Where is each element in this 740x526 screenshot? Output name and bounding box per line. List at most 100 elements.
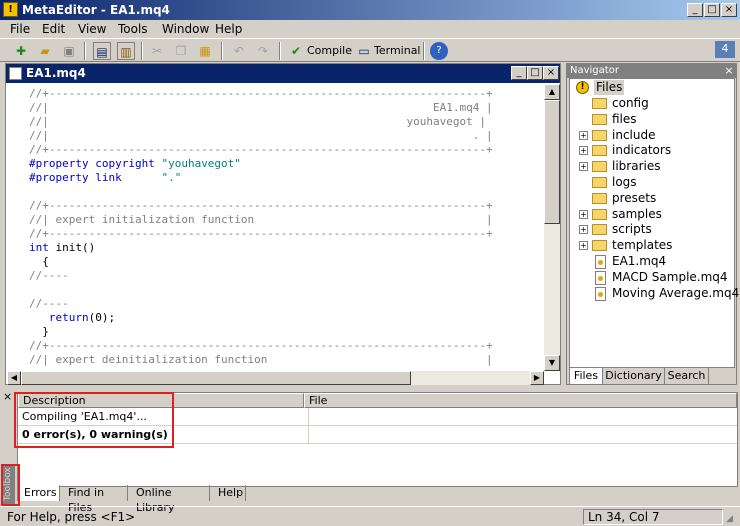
menu-file[interactable]: File [10, 21, 30, 37]
window-count-badge[interactable]: 4 [715, 41, 735, 58]
output-file [308, 408, 313, 425]
navigator-tab-dictionary[interactable]: Dictionary [603, 368, 665, 384]
save-icon[interactable]: ▣ [60, 42, 78, 60]
code-token: //| expert initialization function | [29, 213, 493, 226]
menu-tools[interactable]: Tools [118, 21, 148, 37]
redo-icon[interactable]: ↷ [254, 42, 272, 60]
scroll-down-icon[interactable]: ▼ [544, 355, 560, 371]
copy-icon[interactable]: ❐ [172, 42, 190, 60]
toolbox-close-icon[interactable]: × [3, 391, 12, 403]
navigator-item[interactable]: scripts [612, 222, 652, 237]
navigator-item[interactable]: logs [612, 175, 637, 190]
open-folder-icon[interactable]: ▰ [36, 42, 54, 60]
terminal-button[interactable]: Terminal [374, 43, 421, 59]
expand-icon[interactable]: + [579, 241, 588, 251]
code-token: //---- [29, 269, 69, 282]
code-line: //+-------------------------------------… [29, 87, 544, 101]
scroll-up-icon[interactable]: ▲ [544, 84, 560, 100]
navigator-toggle-icon[interactable]: ▤ [93, 42, 111, 60]
navigator-item[interactable]: EA1.mq4 [612, 254, 666, 269]
editor-minimize-button[interactable]: _ [511, 66, 527, 80]
menu-view[interactable]: View [78, 21, 106, 37]
navigator-close-icon[interactable]: × [723, 64, 735, 77]
code-line: #property link "." [29, 171, 544, 185]
toolbar-separator [84, 42, 86, 60]
expand-icon[interactable]: + [579, 209, 588, 219]
navigator-item[interactable]: MACD Sample.mq4 [612, 270, 728, 285]
navigator-item[interactable]: samples [612, 207, 662, 222]
editor-horizontal-scrollbar[interactable]: ◀ ▶ [7, 371, 544, 385]
code-line: #property copyright "youhavegot" [29, 157, 544, 171]
navigator-item[interactable]: files [612, 112, 637, 127]
maximize-button[interactable]: □ [704, 3, 720, 17]
undo-icon[interactable]: ↶ [230, 42, 248, 60]
expand-icon[interactable]: + [579, 225, 588, 235]
navigator-item[interactable]: libraries [612, 159, 660, 174]
cut-icon[interactable]: ✂ [148, 42, 166, 60]
help-icon[interactable]: ? [430, 42, 448, 60]
toolbox-toggle-icon[interactable]: ▥ [117, 42, 135, 60]
scroll-right-icon[interactable]: ▶ [530, 371, 544, 385]
expand-icon[interactable]: + [579, 162, 588, 172]
code-token: //| EA1.mq4 | [29, 101, 493, 114]
folder-icon [592, 161, 607, 173]
hscroll-thumb[interactable] [21, 371, 411, 385]
code-area[interactable]: //+-------------------------------------… [7, 84, 544, 371]
navigator-panel: Navigator × ! Files config files + include + in… [566, 63, 739, 385]
compile-icon[interactable]: ✔ [287, 42, 305, 60]
code-line: //+-------------------------------------… [29, 143, 544, 157]
code-token: } [29, 325, 49, 338]
toolbox-tab-help[interactable]: Help [212, 485, 246, 501]
scroll-thumb[interactable] [544, 100, 560, 224]
paste-icon[interactable]: ▦ [196, 42, 214, 60]
menu-edit[interactable]: Edit [42, 21, 65, 37]
code-token: (0); [88, 311, 116, 324]
expand-icon[interactable]: + [579, 146, 588, 156]
menu-window[interactable]: Window [162, 21, 209, 37]
terminal-icon[interactable]: ▭ [355, 42, 373, 60]
minimize-button[interactable]: _ [687, 3, 703, 17]
resize-grip-icon[interactable]: ◢ [726, 513, 738, 525]
toolbox-tab-online-library[interactable]: Online Library [130, 485, 210, 514]
editor-close-button[interactable]: × [543, 66, 559, 80]
menu-help[interactable]: Help [215, 21, 242, 37]
code-token: "youhavegot" [161, 157, 241, 170]
scroll-left-icon[interactable]: ◀ [7, 371, 21, 385]
window-titlebar: MetaEditor - EA1.mq4 [0, 0, 740, 20]
folder-icon [592, 192, 607, 204]
close-window-button[interactable]: × [721, 3, 737, 17]
toolbar-separator [141, 42, 143, 60]
navigator-root-files[interactable]: Files [594, 80, 625, 95]
navigator-tabs: Files Dictionary Search [569, 368, 735, 385]
navigator-item[interactable]: config [612, 96, 649, 111]
editor-maximize-button[interactable]: □ [527, 66, 543, 80]
navigator-item[interactable]: indicators [612, 143, 671, 158]
navigator-tab-files[interactable]: Files [569, 368, 603, 384]
expand-icon[interactable]: + [579, 130, 588, 140]
navigator-item[interactable]: Moving Average.mq4 [612, 286, 739, 301]
new-file-icon[interactable]: ✚ [12, 42, 30, 60]
code-token: //+-------------------------------------… [29, 199, 493, 212]
code-line: { [29, 255, 544, 269]
navigator-item[interactable]: presets [612, 191, 656, 206]
code-line: //| expert initialization function | [29, 213, 544, 227]
navigator-item[interactable]: include [612, 128, 655, 143]
toolbar-separator [423, 42, 425, 60]
code-token: //+-------------------------------------… [29, 339, 493, 352]
code-line: //---- [29, 297, 544, 311]
code-token: //---- [29, 297, 69, 310]
toolbox-tab-errors[interactable]: Errors [17, 485, 60, 501]
code-line: //| . | [29, 129, 544, 143]
code-token: "." [161, 171, 182, 184]
toolbox-tab-find-in-files[interactable]: Find in Files [62, 485, 128, 514]
code-token: int [29, 241, 49, 254]
code-token: return [48, 311, 89, 324]
column-header-file[interactable]: File [304, 393, 737, 408]
compile-button[interactable]: Compile [307, 43, 352, 59]
navigator-tab-search[interactable]: Search [665, 368, 709, 384]
editor-vertical-scrollbar[interactable]: ▲ ▼ [544, 84, 560, 371]
code-line: int init() [29, 241, 544, 255]
navigator-item[interactable]: templates [612, 238, 672, 253]
code-line: //+-------------------------------------… [29, 227, 544, 241]
